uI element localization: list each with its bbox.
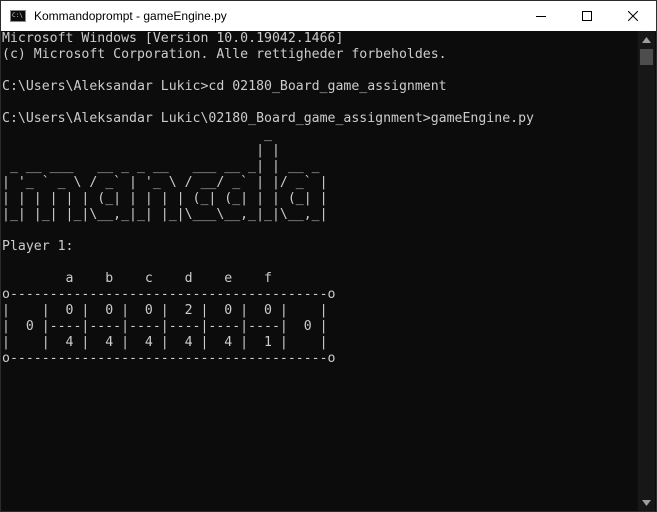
scroll-thumb[interactable] [640,49,653,65]
chevron-up-icon [642,36,651,43]
ascii-title-line: |_| |_| |_|\__,_|_| |_|\___\__,_|_|\__,_… [2,207,328,222]
minimize-button[interactable] [518,1,564,31]
close-icon [628,11,638,21]
board-row-top: | | 0 | 0 | 0 | 2 | 0 | 0 | | [2,303,328,318]
chevron-down-icon [642,499,651,506]
console-line: C:\Users\Aleksandar Lukic\02180_Board_ga… [2,111,534,126]
ascii-title-line: _ [2,127,272,142]
scroll-down-button[interactable] [638,494,655,511]
close-button[interactable] [610,1,656,31]
vertical-scrollbar[interactable] [638,31,655,511]
board-row-bottom: | | 4 | 4 | 4 | 4 | 4 | 1 | | [2,335,328,350]
console-line: (c) Microsoft Corporation. Alle rettighe… [2,47,447,62]
window-title: Kommandoprompt - gameEngine.py [34,9,227,23]
ascii-title-line: | '_ ` _ \ / _` | '_ \ / __/ _` | |/ _` … [2,175,328,190]
scroll-up-button[interactable] [638,31,655,48]
title-bar[interactable]: C:\ Kommandoprompt - gameEngine.py [1,1,656,31]
maximize-button[interactable] [564,1,610,31]
maximize-icon [582,11,592,21]
minimize-icon [536,16,546,17]
board-border-bottom: o---------------------------------------… [2,351,336,366]
window-controls [518,1,656,31]
console-line: Microsoft Windows [Version 10.0.19042.14… [2,31,344,46]
player-label: Player 1: [2,239,74,254]
ascii-title-line: | | | | | | (_| | | | | (_| (_| | | (_| … [2,191,328,206]
ascii-title-line: | | [2,143,280,158]
board-row-middle: | 0 |----|----|----|----|----|----| 0 | [2,319,328,334]
console-lines: Microsoft Windows [Version 10.0.19042.14… [1,31,639,367]
console-icon: C:\ [10,10,26,22]
console-line: C:\Users\Aleksandar Lukic>cd 02180_Board… [2,79,447,94]
console-output[interactable]: Microsoft Windows [Version 10.0.19042.14… [1,31,639,511]
board-column-headers: a b c d e f [2,271,272,286]
board-border-top: o---------------------------------------… [2,287,336,302]
console-window: C:\ Kommandoprompt - gameEngine.py Micro… [0,0,657,512]
ascii-title-line: _ __ ___ __ _ _ __ ___ __ _| | __ _ [2,159,320,174]
